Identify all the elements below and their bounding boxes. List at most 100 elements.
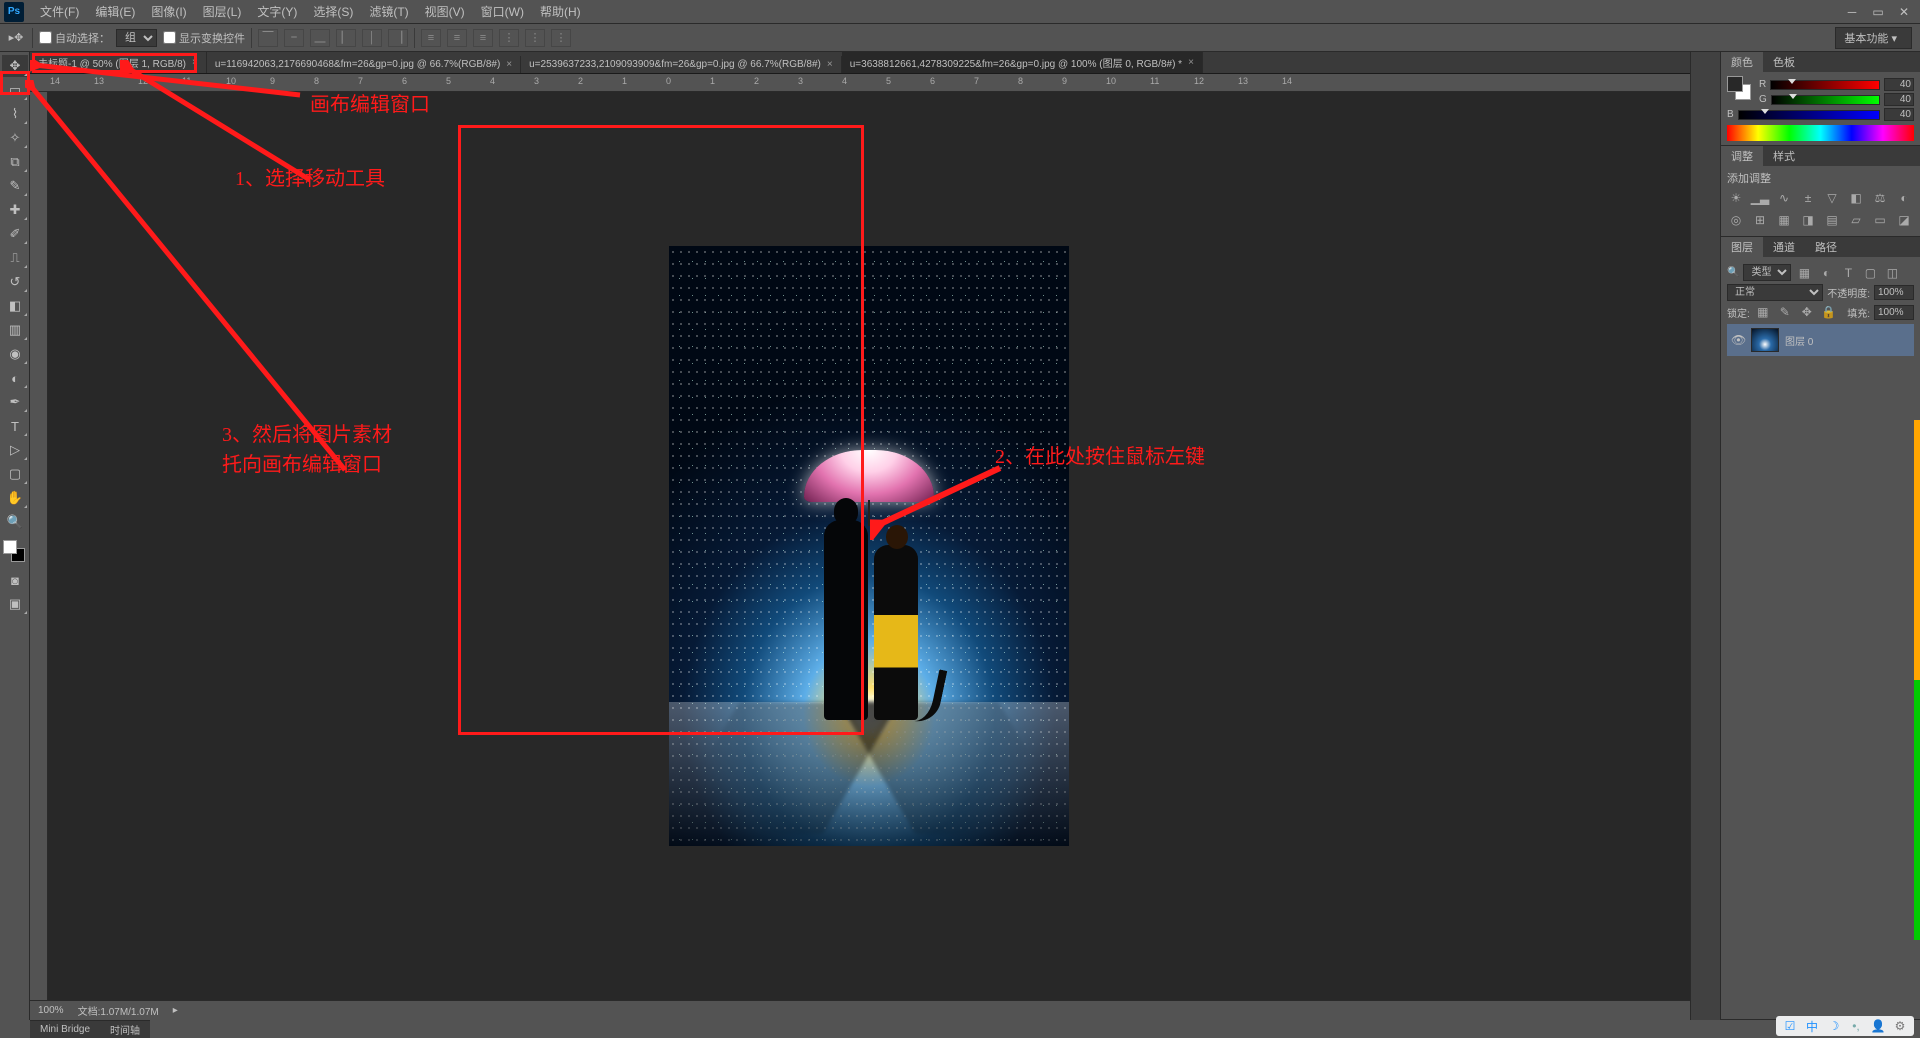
distribute-top-icon[interactable]: ≡: [421, 29, 441, 47]
menu-file[interactable]: 文件(F): [32, 3, 87, 20]
g-slider[interactable]: [1771, 95, 1880, 105]
menu-edit[interactable]: 编辑(E): [87, 3, 143, 20]
tab-adjustments[interactable]: 调整: [1721, 146, 1763, 166]
ime-gear-icon[interactable]: ⚙: [1892, 1018, 1908, 1034]
color-swatches[interactable]: [3, 540, 25, 562]
quickmask-tool[interactable]: ◙: [2, 569, 28, 591]
layer-row[interactable]: 👁 图层 0: [1727, 324, 1914, 356]
layer-name[interactable]: 图层 0: [1785, 333, 1813, 348]
ime-moon-icon[interactable]: ☽: [1826, 1018, 1842, 1034]
gradient-map-icon[interactable]: ▭: [1871, 212, 1889, 228]
vibrance-icon[interactable]: ▽: [1823, 190, 1841, 206]
filter-type-icon[interactable]: T: [1839, 265, 1857, 281]
magic-wand-tool[interactable]: ✧: [2, 127, 28, 149]
menu-select[interactable]: 选择(S): [305, 3, 361, 20]
doc-tab-3[interactable]: u=2539637233,2109093909&fm=26&gp=0.jpg @…: [521, 56, 842, 73]
menu-window[interactable]: 窗口(W): [473, 3, 532, 20]
blur-tool[interactable]: ◉: [2, 343, 28, 365]
chevron-right-icon[interactable]: ▸: [173, 1005, 178, 1016]
pen-tool[interactable]: ✒: [2, 391, 28, 413]
doc-tab-2[interactable]: u=116942063,2176690468&fm=26&gp=0.jpg @ …: [207, 56, 521, 73]
levels-icon[interactable]: ▁▃: [1751, 190, 1769, 206]
align-vcenter-icon[interactable]: ⎯: [284, 29, 304, 47]
tab-swatches[interactable]: 色板: [1763, 52, 1805, 72]
zoom-tool[interactable]: 🔍: [2, 511, 28, 533]
foreground-swatch[interactable]: [3, 540, 17, 554]
menu-type[interactable]: 文字(Y): [249, 3, 305, 20]
crop-tool[interactable]: ⧉: [2, 151, 28, 173]
clone-tool[interactable]: ⎍: [2, 247, 28, 269]
filter-pixel-icon[interactable]: ▦: [1795, 265, 1813, 281]
auto-select-target[interactable]: 组: [116, 29, 157, 47]
close-icon[interactable]: ×: [506, 59, 512, 70]
align-top-icon[interactable]: ⎺: [258, 29, 278, 47]
auto-select-checkbox[interactable]: 自动选择：: [39, 30, 110, 46]
dodge-tool[interactable]: ◐: [2, 367, 28, 389]
hand-tool[interactable]: ✋: [2, 487, 28, 509]
move-tool[interactable]: ✥: [2, 55, 28, 77]
ruler-vertical[interactable]: [30, 92, 48, 1000]
align-right-icon[interactable]: ▕: [388, 29, 408, 47]
threshold-icon[interactable]: ▱: [1847, 212, 1865, 228]
panel-dock[interactable]: [1690, 52, 1720, 1020]
opacity-input[interactable]: [1874, 285, 1914, 300]
r-slider[interactable]: [1770, 80, 1880, 90]
lock-all-icon[interactable]: 🔒: [1820, 304, 1838, 320]
ime-lang[interactable]: 中: [1804, 1018, 1820, 1034]
filter-kind[interactable]: 类型: [1743, 264, 1791, 281]
lock-trans-icon[interactable]: ▦: [1754, 304, 1772, 320]
eyedropper-tool[interactable]: ✎: [2, 175, 28, 197]
tab-minibridge[interactable]: Mini Bridge: [30, 1021, 100, 1038]
close-button[interactable]: ✕: [1892, 4, 1916, 20]
align-bottom-icon[interactable]: ⎽: [310, 29, 330, 47]
brush-tool[interactable]: ✐: [2, 223, 28, 245]
distribute-left-icon[interactable]: ⋮: [499, 29, 519, 47]
workspace-switcher[interactable]: 基本功能 ▾: [1835, 27, 1912, 49]
layer-thumbnail[interactable]: [1751, 328, 1779, 352]
visibility-icon[interactable]: 👁: [1731, 333, 1745, 347]
doc-tab-4[interactable]: u=3638812661,4278309225&fm=26&gp=0.jpg @…: [842, 52, 1203, 73]
close-icon[interactable]: ×: [827, 59, 833, 70]
align-left-icon[interactable]: ▏: [336, 29, 356, 47]
color-lookup-icon[interactable]: ▦: [1775, 212, 1793, 228]
bw-icon[interactable]: ◐: [1895, 190, 1913, 206]
menu-image[interactable]: 图像(I): [143, 3, 194, 20]
maximize-button[interactable]: ▭: [1866, 4, 1890, 20]
healing-tool[interactable]: ✚: [2, 199, 28, 221]
selective-color-icon[interactable]: ◪: [1895, 212, 1913, 228]
filter-adjust-icon[interactable]: ◐: [1817, 265, 1835, 281]
ime-check-icon[interactable]: ☑: [1782, 1018, 1798, 1034]
tab-layers[interactable]: 图层: [1721, 237, 1763, 257]
tab-color[interactable]: 颜色: [1721, 52, 1763, 72]
channel-mixer-icon[interactable]: ⊞: [1751, 212, 1769, 228]
marquee-tool[interactable]: ▭: [2, 79, 28, 101]
spectrum-ramp[interactable]: [1727, 125, 1914, 141]
distribute-right-icon[interactable]: ⋮: [551, 29, 571, 47]
shape-tool[interactable]: ▢: [2, 463, 28, 485]
gradient-tool[interactable]: ▥: [2, 319, 28, 341]
ime-person-icon[interactable]: 👤: [1870, 1018, 1886, 1034]
zoom-level[interactable]: 100%: [38, 1005, 64, 1016]
g-input[interactable]: [1884, 93, 1914, 106]
curves-icon[interactable]: ∿: [1775, 190, 1793, 206]
auto-select-input[interactable]: [39, 31, 52, 44]
b-input[interactable]: [1884, 108, 1914, 121]
exposure-icon[interactable]: ±: [1799, 190, 1817, 206]
tab-styles[interactable]: 样式: [1763, 146, 1805, 166]
minimize-button[interactable]: ─: [1840, 4, 1864, 20]
ime-cloud-icon[interactable]: •,: [1848, 1018, 1864, 1034]
canvas-image[interactable]: [669, 246, 1069, 846]
fill-input[interactable]: [1874, 305, 1914, 320]
menu-filter[interactable]: 滤镜(T): [361, 3, 416, 20]
filter-smart-icon[interactable]: ◫: [1883, 265, 1901, 281]
blend-mode[interactable]: 正常: [1727, 284, 1823, 301]
tab-channels[interactable]: 通道: [1763, 237, 1805, 257]
history-brush-tool[interactable]: ↺: [2, 271, 28, 293]
ime-bar[interactable]: ☑ 中 ☽ •, 👤 ⚙: [1776, 1016, 1914, 1036]
canvas-stage[interactable]: [48, 92, 1690, 1000]
show-transform-input[interactable]: [163, 31, 176, 44]
type-tool[interactable]: T: [2, 415, 28, 437]
close-icon[interactable]: ×: [192, 57, 198, 68]
r-input[interactable]: [1884, 78, 1914, 91]
show-transform-checkbox[interactable]: 显示变换控件: [163, 30, 245, 46]
